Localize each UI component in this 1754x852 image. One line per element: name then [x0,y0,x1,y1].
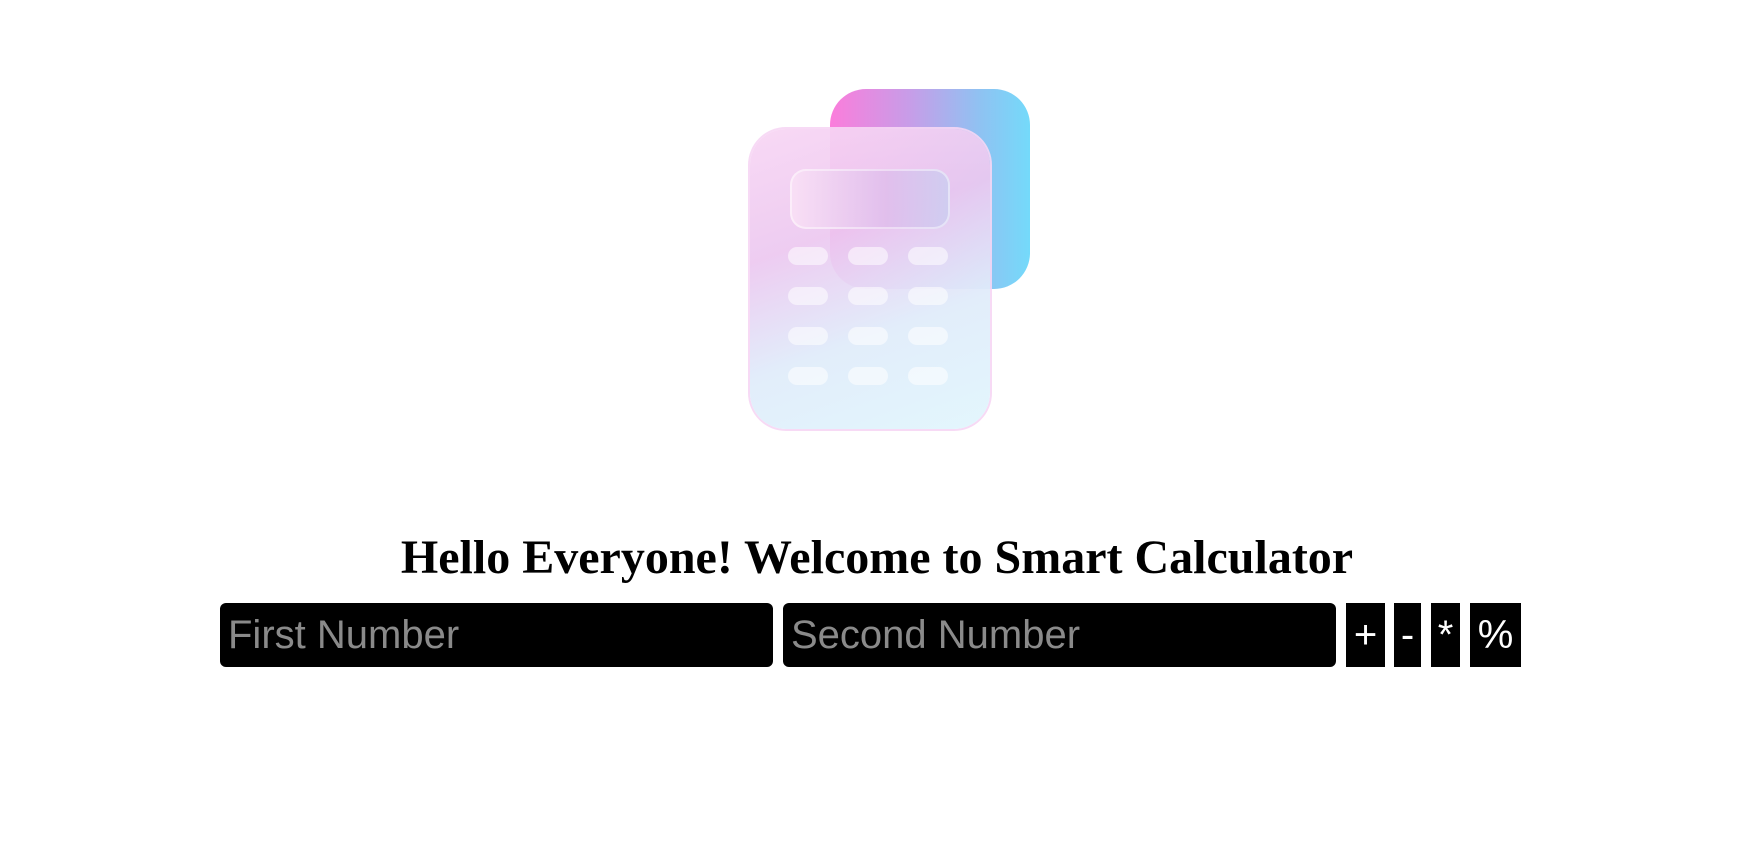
add-button[interactable]: + [1346,603,1385,667]
calculator-icon [750,85,1030,435]
logo-key [908,287,948,305]
logo-key [788,367,828,385]
logo-key [908,247,948,265]
logo-key [908,327,948,345]
logo-key [848,327,888,345]
multiply-button[interactable]: * [1431,603,1460,667]
logo-key [848,247,888,265]
logo-calculator-screen [790,169,950,229]
first-number-input[interactable] [220,603,773,667]
modulo-button[interactable]: % [1470,603,1521,667]
calculator-controls: + - * % [220,603,1521,667]
page-title: Hello Everyone! Welcome to Smart Calcula… [400,531,1354,584]
logo-key [788,287,828,305]
page: Hello Everyone! Welcome to Smart Calcula… [0,0,1754,852]
logo-key [848,367,888,385]
logo-key [848,287,888,305]
subtract-button[interactable]: - [1394,603,1421,667]
second-number-input[interactable] [783,603,1336,667]
logo-key [788,327,828,345]
logo-key [788,247,828,265]
logo-key [908,367,948,385]
logo-front-card [750,129,990,429]
